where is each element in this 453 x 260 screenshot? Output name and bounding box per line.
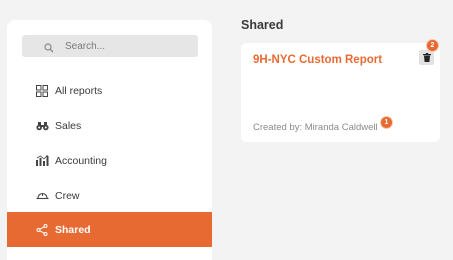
report-title-link[interactable]: 9H-NYC Custom Report	[253, 54, 382, 66]
sidebar-item-label: Crew	[55, 189, 80, 202]
report-card[interactable]: 9H-NYC Custom Report 2 Created by: Miran…	[241, 40, 440, 142]
sidebar-item-label: Shared	[55, 223, 91, 236]
step-badge: 1	[381, 117, 392, 128]
created-by-text: Created by: Miranda Caldwell	[253, 122, 378, 133]
page-title: Shared	[241, 18, 284, 32]
search-box[interactable]	[22, 35, 198, 57]
trash-icon	[422, 49, 431, 67]
sidebar-item-crew[interactable]: Crew	[7, 178, 212, 213]
bar-chart-icon	[35, 154, 49, 168]
hard-hat-icon	[35, 189, 49, 203]
sidebar-item-sales[interactable]: Sales	[7, 108, 212, 143]
sidebar-item-label: Sales	[55, 119, 82, 132]
grid-icon	[35, 84, 49, 98]
delete-button[interactable]	[419, 50, 434, 65]
sidebar-item-shared[interactable]: Shared	[7, 212, 212, 247]
search-input[interactable]	[65, 35, 190, 57]
sidebar-item-label: Accounting	[55, 154, 107, 167]
search-icon	[44, 40, 54, 58]
sidebar-item-accounting[interactable]: Accounting	[7, 143, 212, 178]
binoculars-icon	[35, 119, 49, 133]
sidebar: All reports Sales Acco	[7, 20, 212, 260]
sidebar-item-all-reports[interactable]: All reports	[7, 73, 212, 108]
sidebar-item-label: All reports	[55, 84, 103, 97]
share-icon	[35, 223, 49, 237]
step-badge: 2	[427, 40, 438, 51]
